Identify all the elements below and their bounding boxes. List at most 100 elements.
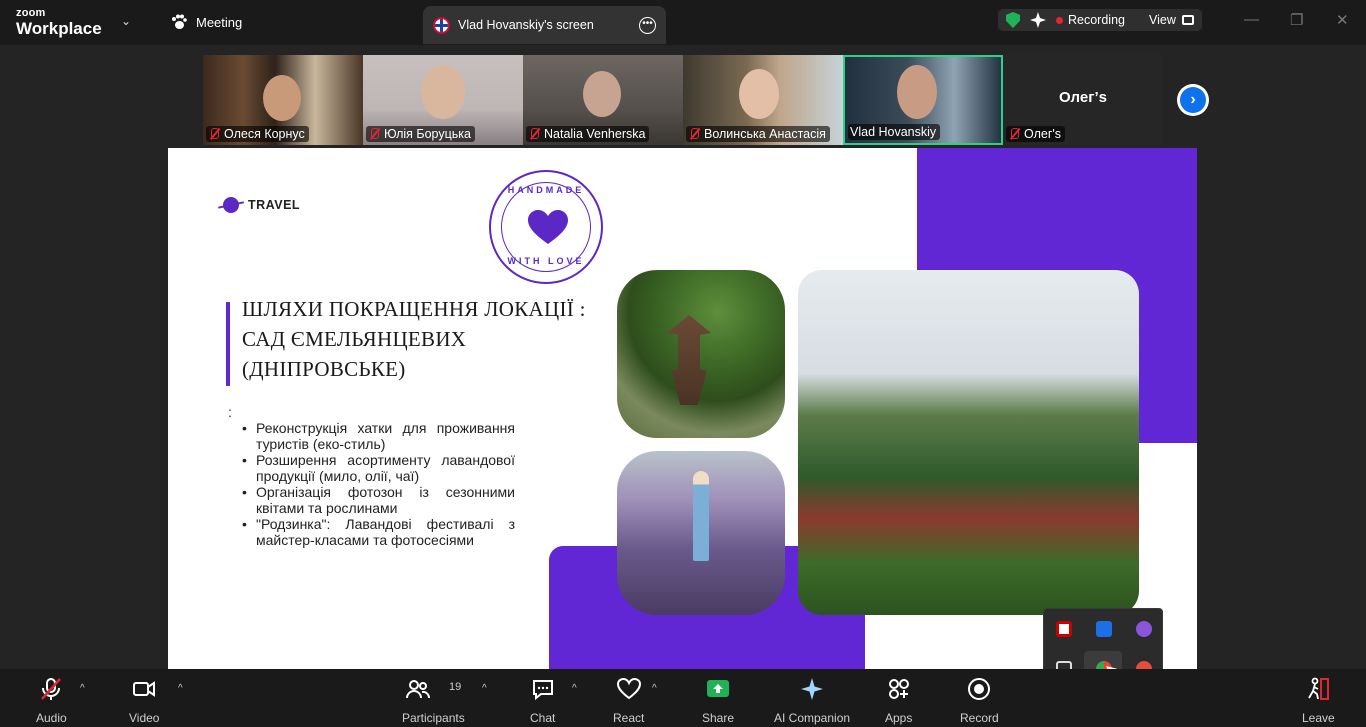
logo-text: TRAVEL [248,198,301,212]
zoom-workplace-logo[interactable]: zoom Workplace [16,8,102,38]
slide-heading: ШЛЯХИ ПОКРАЩЕННЯ ЛОКАЦІЇ : САД ЄМЕЛЬЯНЦЕ… [242,297,586,381]
view-button[interactable]: View [1149,13,1194,27]
participant-label: Олег's [1006,126,1066,142]
chat-bubble-icon [532,680,553,701]
participant-face [897,65,937,119]
heart-react-icon [616,677,641,700]
tab-shared-screen[interactable]: Vlad Hovanskiy's screen ••• [423,6,666,44]
participant-tile[interactable]: Олеся Корнус [203,55,363,145]
garden-landscape-photo [798,270,1139,615]
meeting-status-bar: Recording View [998,9,1202,31]
participant-tile[interactable]: Natalia Venherska [523,55,683,145]
video-button[interactable]: Video [129,677,159,725]
audio-options-caret[interactable]: ^ [80,683,85,694]
leave-label: Leave [1302,711,1335,725]
participants-icon [406,680,431,699]
participant-tile[interactable]: Юлія Боруцька [363,55,523,145]
planet-icon [220,197,242,213]
apps-grid-icon [888,679,909,699]
next-page-button[interactable]: › [1177,84,1209,116]
participant-name: Natalia Venherska [544,127,646,141]
participants-label: Participants [402,711,465,725]
ai-companion-button[interactable]: AI Companion [774,677,850,725]
garden-lantern-photo [617,270,785,438]
participant-label: Юлія Боруцька [366,126,475,142]
viber-icon[interactable] [1136,621,1152,637]
participant-face [421,65,465,119]
record-label: Record [960,711,999,725]
participant-name: Vlad Hovanskiy [850,125,937,139]
chat-button[interactable]: Chat [530,677,555,725]
minimize-icon[interactable]: — [1244,11,1259,28]
leave-button[interactable]: Leave [1302,677,1335,725]
lantern-shape [667,315,711,405]
chat-options-caret[interactable]: ^ [572,683,577,694]
flag-icon [433,16,450,34]
grid-view-icon [1181,15,1194,25]
chevron-down-icon[interactable]: ⌄ [121,14,131,28]
chevron-right-icon: › [1180,87,1206,113]
record-button[interactable]: Record [960,677,999,725]
mic-muted-icon [41,678,62,700]
badge-bottom-text: WITH LOVE [507,256,585,266]
participant-label: Vlad Hovanskiy [848,124,941,140]
share-button[interactable]: Share [702,677,734,725]
react-label: React [613,711,645,725]
audio-button[interactable]: Audio [36,677,67,725]
ai-companion-label: AI Companion [774,711,851,725]
ai-sparkle-icon [801,678,824,700]
participants-options-caret[interactable]: ^ [482,683,487,694]
title-bar: zoom Workplace ⌄ Meeting Vlad Hovanskiy'… [0,0,1366,45]
tab-meeting[interactable]: Meeting [170,14,242,30]
lavender-field-photo [617,451,785,615]
recording-indicator[interactable]: Recording [1056,13,1125,27]
participant-name: Юлія Боруцька [384,127,471,141]
video-options-caret[interactable]: ^ [178,683,183,694]
participant-face [263,75,301,121]
apps-button[interactable]: Apps [885,677,912,725]
participant-tile[interactable]: Волинська Анастасія [683,55,843,145]
participant-name: Олег's [1024,127,1062,141]
participant-tile[interactable]: Олег’s Олег's [1003,55,1163,145]
participant-display-name: Олег’s [1059,88,1107,106]
shared-screen-slide: TRAVEL HANDMADE WITH LOVE ШЛЯХИ ПОКРАЩЕН… [168,148,1197,669]
react-button[interactable]: React [613,677,644,725]
app-w-icon[interactable] [1096,621,1112,637]
mic-muted-icon [528,128,540,140]
list-item: Реконструкція хатки для проживання турис… [240,420,515,452]
record-icon [968,678,991,700]
participant-label: Волинська Анастасія [686,126,830,142]
list-item: Організація фотозон із сезонними квітами… [240,484,515,516]
security-shield-icon[interactable] [1006,12,1020,28]
share-label: Share [702,711,735,725]
list-item: "Родзинка": Лавандові фестивалі з майсте… [240,516,515,548]
heading-accent-bar [226,302,230,386]
travel-logo: TRAVEL [220,197,300,213]
share-screen-icon [707,680,730,697]
paw-icon [172,14,187,29]
list-lead: : [228,404,232,420]
meeting-toolbar: Audio ^ Video ^ Participants 19 ^ Chat ^… [0,669,1366,727]
chat-label: Chat [530,711,556,725]
view-label: View [1148,13,1176,27]
antivirus-icon[interactable] [1056,621,1072,637]
mic-muted-icon [688,128,700,140]
bullet-list: Реконструкція хатки для проживання турис… [240,420,515,548]
recording-dot-icon [1056,17,1063,24]
close-icon[interactable]: ✕ [1336,11,1349,29]
react-options-caret[interactable]: ^ [652,683,657,694]
list-item: Розширення асортименту лавандової продук… [240,452,515,484]
more-options-icon[interactable]: ••• [639,16,656,34]
participants-count: 19 [449,681,462,693]
apps-label: Apps [885,711,913,725]
mic-muted-icon [368,128,380,140]
audio-label: Audio [36,711,67,725]
mic-muted-icon [1008,128,1020,140]
person-shape [693,471,709,561]
video-label: Video [129,711,160,725]
participant-tile-active-speaker[interactable]: Vlad Hovanskiy [843,55,1003,145]
badge-top-text: HANDMADE [507,185,585,195]
restore-icon[interactable]: ❐ [1290,11,1303,29]
sparkle-icon[interactable] [1030,12,1046,28]
recording-label: Recording [1068,13,1125,27]
